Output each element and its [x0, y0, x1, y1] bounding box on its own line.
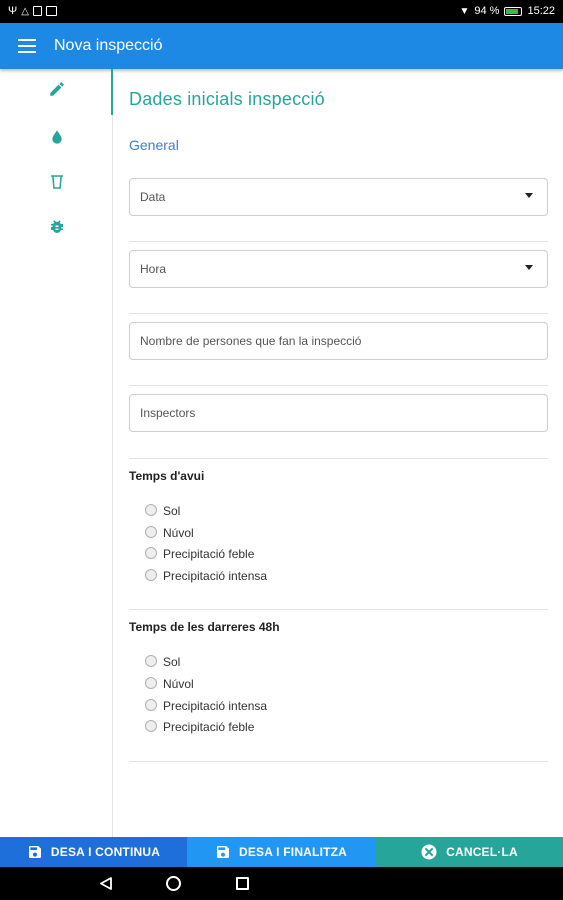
- app-bar-title: Nova inspecció: [54, 37, 163, 54]
- weather-today-option-intensa[interactable]: Precipitació intensa: [145, 567, 267, 585]
- dropdown-arrow-icon: [525, 265, 533, 270]
- cancel-label: CANCEL·LA: [446, 845, 518, 859]
- weather-today-option-sol[interactable]: Sol: [145, 502, 180, 520]
- inspectors-input[interactable]: Inspectors: [129, 394, 548, 432]
- save-icon: [27, 844, 43, 860]
- general-subheading: General: [129, 137, 179, 153]
- radio-button[interactable]: [145, 719, 157, 732]
- radio-button[interactable]: [145, 568, 157, 581]
- radio-button[interactable]: [145, 546, 157, 559]
- cancel-icon: [420, 843, 438, 861]
- weather-48h-option-intensa[interactable]: Precipitació intensa: [145, 697, 267, 715]
- radio-button[interactable]: [145, 525, 157, 538]
- divider: [129, 761, 548, 762]
- date-select[interactable]: Data: [129, 178, 548, 216]
- pencil-icon[interactable]: [47, 79, 67, 99]
- date-placeholder: Data: [140, 190, 166, 204]
- navigation-bar: [0, 867, 563, 900]
- dropdown-arrow-icon: [525, 193, 533, 198]
- radio-button[interactable]: [145, 654, 157, 667]
- radio-button[interactable]: [145, 503, 157, 516]
- system-indicators: ▼ 94 % 15:22: [459, 5, 555, 17]
- water-drop-icon[interactable]: [47, 127, 67, 147]
- active-section-indicator: [111, 69, 113, 115]
- weather-today-label: Temps d'avui: [129, 469, 205, 483]
- save-finish-button[interactable]: DESA I FINALITZA: [187, 837, 375, 867]
- recent-apps-icon[interactable]: [236, 877, 249, 890]
- notification-icons: Ψ △: [8, 5, 57, 17]
- battery-percent: 94 %: [474, 5, 500, 17]
- weather-48h-option-sol[interactable]: Sol: [145, 653, 180, 671]
- section-sidebar: [0, 69, 113, 837]
- divider: [129, 609, 548, 610]
- divider: [129, 458, 548, 459]
- section-title: Dades inicials inspecció: [129, 89, 325, 109]
- clock: 15:22: [527, 5, 555, 17]
- weather-today-option-nuvol[interactable]: Núvol: [145, 524, 194, 542]
- battery-icon: [504, 6, 523, 16]
- weather-48h-option-feble[interactable]: Precipitació feble: [145, 718, 254, 736]
- wifi-icon: ▼: [459, 5, 470, 17]
- menu-icon[interactable]: [18, 39, 36, 54]
- home-icon[interactable]: [166, 876, 181, 891]
- radio-button[interactable]: [145, 698, 157, 711]
- weather-48h-option-nuvol[interactable]: Núvol: [145, 675, 194, 693]
- save-finish-label: DESA I FINALITZA: [238, 845, 348, 859]
- save-icon: [215, 844, 231, 860]
- usb-icon: Ψ: [8, 5, 18, 17]
- app-bar: Nova inspecció: [0, 23, 563, 69]
- image-icon: [45, 6, 57, 16]
- warning-icon: △: [21, 5, 29, 17]
- divider: [129, 385, 548, 386]
- sim-icon: [32, 6, 42, 16]
- bug-icon[interactable]: [47, 217, 67, 237]
- persons-count-input[interactable]: Nombre de persones que fan la inspecció: [129, 322, 548, 360]
- divider: [129, 313, 548, 314]
- weather-today-option-feble[interactable]: Precipitació feble: [145, 545, 254, 563]
- save-continue-button[interactable]: DESA I CONTINUA: [0, 837, 187, 867]
- save-continue-label: DESA I CONTINUA: [50, 845, 161, 859]
- time-placeholder: Hora: [140, 262, 167, 276]
- inspectors-placeholder: Inspectors: [140, 406, 196, 420]
- persons-count-placeholder: Nombre de persones que fan la inspecció: [140, 334, 362, 348]
- cancel-button[interactable]: CANCEL·LA: [375, 837, 563, 867]
- beaker-icon[interactable]: [47, 172, 67, 192]
- status-bar: Ψ △ ▼ 94 % 15:22: [0, 0, 563, 23]
- radio-button[interactable]: [145, 676, 157, 689]
- weather-48h-label: Temps de les darreres 48h: [129, 620, 280, 634]
- action-bar: DESA I CONTINUA DESA I FINALITZA CANCEL·…: [0, 837, 563, 867]
- back-icon[interactable]: [100, 877, 112, 895]
- time-select[interactable]: Hora: [129, 250, 548, 288]
- divider: [129, 241, 548, 242]
